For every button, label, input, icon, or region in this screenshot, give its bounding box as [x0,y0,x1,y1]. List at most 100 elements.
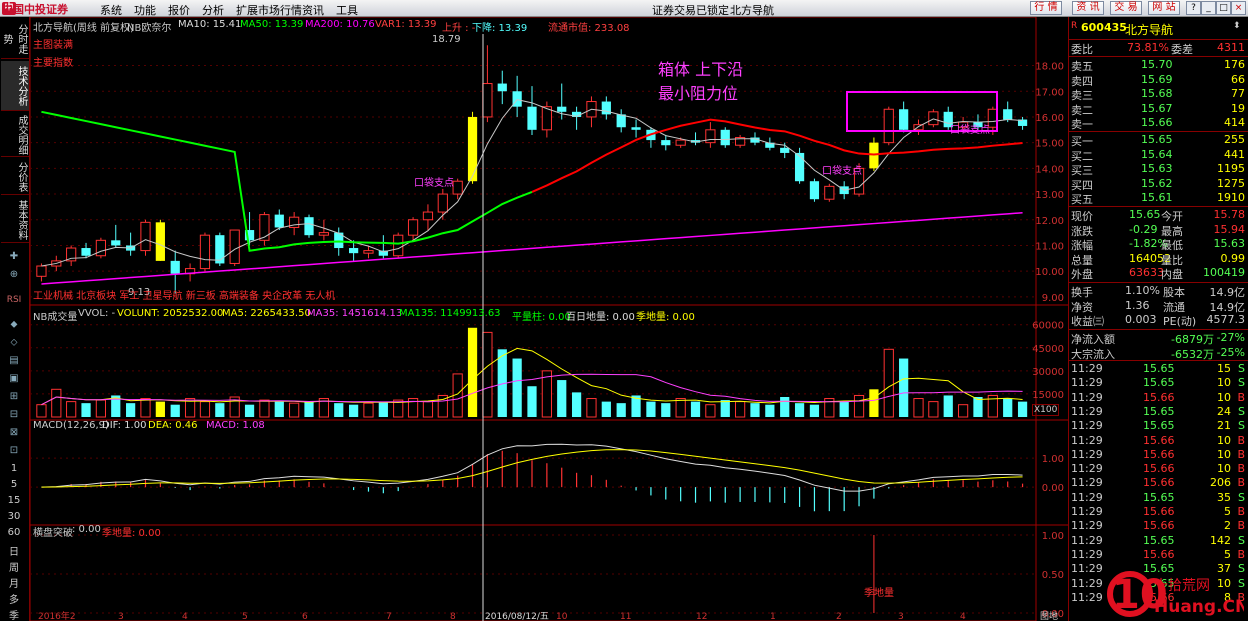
tab-technical-analysis[interactable]: 技术分析 [1,61,29,111]
tick-volume: 15 [1217,362,1231,375]
tick-volume: 206 [1210,476,1231,490]
stat-value: 15.94 [1213,222,1246,236]
breakout-value: : 0.00 [72,524,101,535]
tick-volume: 35 [1217,490,1231,504]
x-axis-label: 11 [620,612,631,621]
rsi-icon[interactable]: RSI [3,295,25,309]
volume-bar [378,401,388,417]
stat-value: 63633 [1129,266,1164,279]
period-5min[interactable]: 5 [3,479,25,493]
stock-code: 600435 [1081,21,1127,34]
x-axis-label: 1 [770,612,776,621]
layout-icon[interactable]: ▤ [3,355,25,369]
tab-trade-detail[interactable]: 成交明细 [1,113,29,157]
tick-volume: 21 [1217,419,1231,433]
stat-label: 内盘 [1161,268,1183,281]
share-row: 收益㈢ 0.003 PE(动) 4577.3 [1069,313,1248,328]
candle-body [928,111,939,126]
menu-news[interactable]: 资讯 [302,2,324,18]
website-button[interactable]: 网 站 [1148,1,1180,15]
current-stock-name: 北方导航 [730,4,774,17]
tab-price-table[interactable]: 分价表 [1,159,29,195]
minimize-icon[interactable]: _ [1201,1,1216,15]
tab-fundamentals[interactable]: 基本资料 [1,197,29,243]
maximize-icon[interactable]: □ [1216,1,1231,15]
volume-bar [794,403,805,417]
stock-header: R 600435 北方导航 ⬍ [1069,21,1248,37]
period-month[interactable]: 月 [3,575,25,590]
bid-row: 买四 15.62 1275 [1069,177,1248,192]
tick-time: 11:29 [1071,433,1103,447]
period-30min[interactable]: 30 [3,511,25,525]
move-down-icon[interactable]: ⬦ [3,337,25,351]
tick-row: 11:29 15.65 21 S [1069,419,1248,433]
frame-icon[interactable]: ⊡ [3,445,25,459]
tick-side: B [1237,462,1245,476]
tick-side: S [1238,362,1245,375]
news-button[interactable]: 资 讯 [1072,1,1104,15]
share-value: 1.10% [1125,284,1160,297]
candle-body [215,235,225,264]
tick-row: 11:29 15.65 10 S [1069,376,1248,390]
tick-row: 11:29 15.65 142 S [1069,534,1248,548]
concept-tags: 工业机械 北京板块 军工 卫星导航 新三板 高端装备 央企改革 无人机 [33,291,336,302]
trade-button[interactable]: 交 易 [1110,1,1142,15]
pocket-pivot-label: 口袋支点 [950,125,990,136]
quote-button[interactable]: 行 情 [1030,1,1062,15]
period-multi[interactable]: 多 [3,591,25,606]
y-tick-label: 17.00 [1035,87,1064,98]
volume-bar [1003,398,1013,417]
tab-intraday[interactable]: 分时走势 [1,19,29,59]
period-day[interactable]: 日 [3,543,25,558]
menu-system[interactable]: 系统 [100,2,122,18]
menu-quote[interactable]: 报价 [168,2,190,18]
expand-icon[interactable]: ⊞ [3,391,25,405]
bid-row: 买二 15.64 441 [1069,148,1248,163]
period-15min[interactable]: 15 [3,495,25,509]
menu-extended-market[interactable]: 扩展市场行情 [236,2,302,18]
volume-bar [304,401,314,417]
add-indicator-icon[interactable]: ✚ [3,251,25,265]
candle-body [824,185,835,200]
order-ratio-row: 委比 73.81% 委差 4311 [1069,41,1248,56]
grid-icon[interactable]: ▣ [3,373,25,387]
quarter-low-value: 季地量: 0.00 [636,312,695,323]
period-1min[interactable]: 1 [3,463,25,477]
stock-switch-icon[interactable]: ⬍ [1233,21,1241,31]
tick-volume: 10 [1217,433,1231,447]
candle-body [95,239,107,257]
zoom-in-icon[interactable]: ⊕ [3,269,25,283]
candle-body [393,234,404,257]
menu-function[interactable]: 功能 [134,2,156,18]
help-icon[interactable]: ? [1186,1,1201,15]
period-week[interactable]: 周 [3,559,25,574]
breakout-tick-label: 1.00 [1042,531,1064,542]
y-tick-label: 12.00 [1035,216,1064,227]
period-60min[interactable]: 60 [3,527,25,541]
share-row: 换手 1.10% 股本 14.9亿 [1069,284,1248,299]
candle-body [616,114,626,128]
menu-analysis[interactable]: 分析 [202,2,224,18]
window-icon[interactable]: ⊠ [3,427,25,441]
tick-time: 11:29 [1071,590,1103,604]
period-quarter[interactable]: 季 [3,607,25,621]
dea-value: DEA: 0.46 [148,420,198,431]
collapse-icon[interactable]: ⊟ [3,409,25,423]
tick-side: S [1238,376,1245,390]
move-up-icon[interactable]: ⬥ [3,319,25,333]
tick-time: 11:29 [1071,390,1103,404]
pocket-pivot-label: 口袋支点 [822,166,862,177]
share-row: 净资 1.36 流通 14.9亿 [1069,299,1248,314]
tick-price: 15.65 [1143,533,1175,547]
menu-tools[interactable]: 工具 [336,2,358,18]
volume-bar [616,403,626,417]
candle-body [199,234,211,270]
breakout-quarter-low: 季地量: 0.00 [102,528,161,539]
candle-body [318,232,329,236]
candle-body [304,217,314,236]
tick-price: 15.66 [1143,547,1175,561]
breakout-tick-label: 0.50 [1042,570,1064,581]
dif-value: DIF: 1.00 [102,420,147,431]
bid-row: 买一 15.65 255 [1069,133,1248,148]
close-icon[interactable]: × [1231,1,1246,15]
